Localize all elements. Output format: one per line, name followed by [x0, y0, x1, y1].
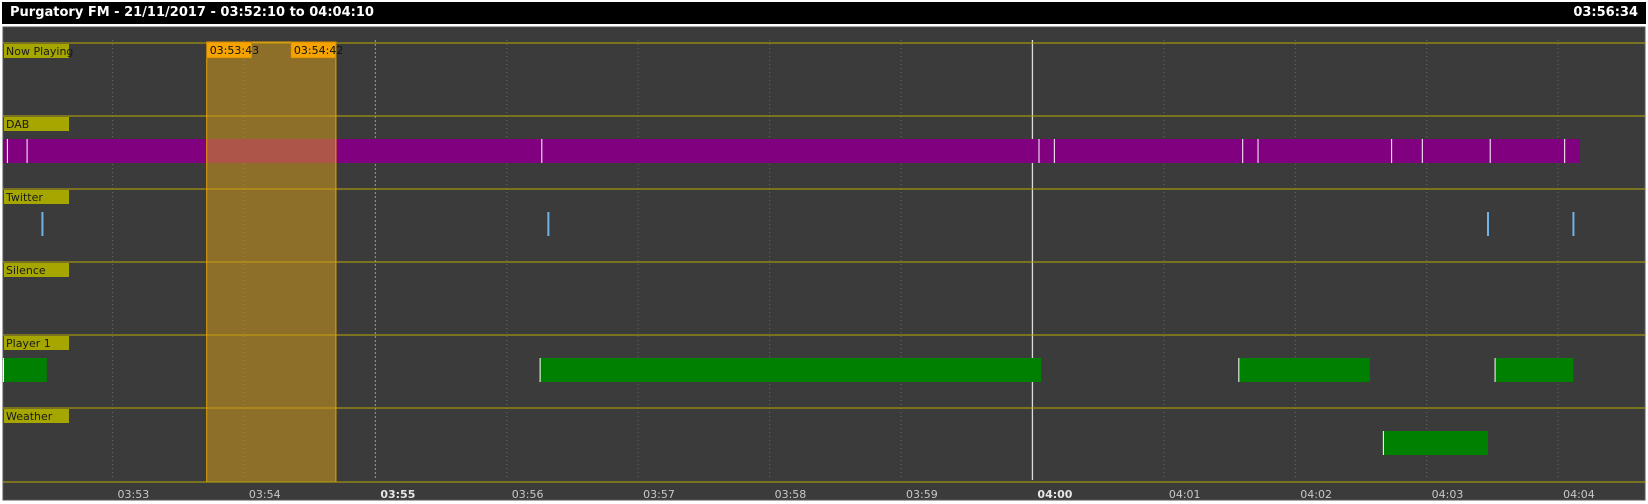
time-tick-label: 03:54 [249, 488, 281, 501]
time-tick-label: 04:02 [1300, 488, 1332, 501]
timeline-canvas[interactable]: Now Playing DAB Twitter Silence Player 1 Weat… [0, 26, 1648, 504]
selection-range[interactable]: 03:53:43 03:54:42 [206, 41, 344, 483]
lane-label: Silence [6, 264, 46, 277]
lane-label: Player 1 [6, 337, 51, 350]
title-bar: Purgatory FM - 21/11/2017 - 03:52:10 to … [2, 2, 1646, 24]
lane-label: Now Playing [6, 45, 73, 58]
lane-label: DAB [6, 118, 29, 131]
lane-label: Twitter [5, 191, 43, 204]
time-tick-label: 04:04 [1563, 488, 1595, 501]
time-tick-label: 03:57 [643, 488, 675, 501]
time-tick-label: 03:55 [380, 488, 415, 501]
event-bar[interactable] [1382, 431, 1489, 455]
event-bar[interactable] [1238, 358, 1370, 382]
time-tick-label: 03:59 [906, 488, 938, 501]
selection-overlay[interactable] [206, 41, 337, 483]
time-tick-label: 04:03 [1432, 488, 1464, 501]
time-tick-label: 03:58 [775, 488, 807, 501]
lane-label: Weather [6, 410, 53, 423]
timeline-window: Purgatory FM - 21/11/2017 - 03:52:10 to … [0, 0, 1648, 504]
current-clock: 03:56:34 [1573, 5, 1638, 20]
selection-end-label: 03:54:42 [294, 44, 343, 57]
window-title: Purgatory FM - 21/11/2017 - 03:52:10 to … [10, 5, 374, 20]
time-tick-label: 04:00 [1037, 488, 1072, 501]
event-bar[interactable] [3, 358, 47, 382]
event-bar[interactable] [539, 358, 1042, 382]
time-tick-label: 03:53 [118, 488, 150, 501]
time-tick-label: 03:56 [512, 488, 544, 501]
event-bar[interactable] [1494, 358, 1574, 382]
time-tick-label: 04:01 [1169, 488, 1201, 501]
selection-start-label: 03:53:43 [210, 44, 259, 57]
